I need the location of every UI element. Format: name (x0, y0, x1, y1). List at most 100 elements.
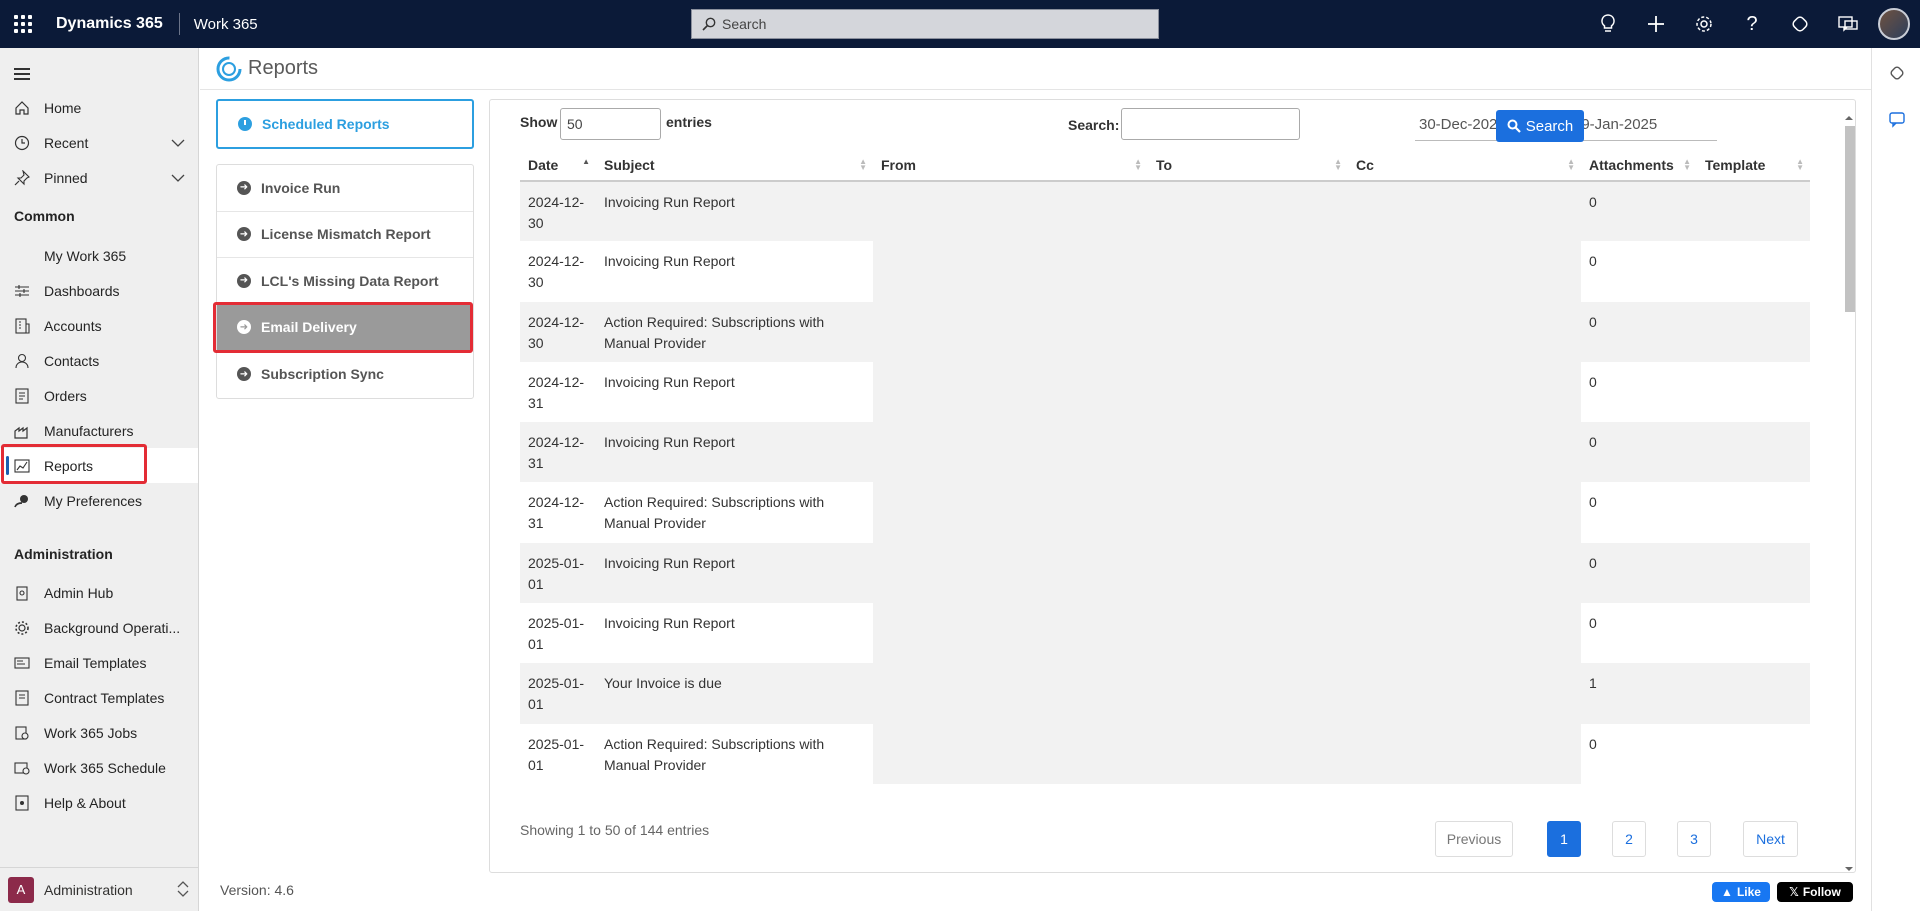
column-header-template[interactable]: Template ▲ ▼ (1697, 150, 1810, 182)
table-row[interactable]: 2025-01-01 Your Invoice is due 1 (520, 663, 1810, 724)
previous-page-button[interactable]: Previous (1435, 821, 1513, 857)
clock-icon (238, 117, 252, 131)
table-row[interactable]: 2025-01-01 Action Required: Subscription… (520, 723, 1810, 784)
column-header-to[interactable]: To ▲ ▼ (1148, 150, 1348, 182)
email-template-icon (0, 655, 44, 671)
document-icon (0, 387, 44, 404)
chat-icon[interactable] (1824, 0, 1872, 48)
cell-template (1697, 542, 1810, 604)
nav-item-help-about[interactable]: Help & About (0, 785, 198, 820)
page-size-select[interactable]: 50 (560, 108, 661, 140)
column-header-cc[interactable]: Cc ▲ ▼ (1348, 150, 1581, 182)
nav-item-contract-templates[interactable]: Contract Templates (0, 680, 198, 715)
app-name[interactable]: Work 365 (180, 16, 258, 33)
column-header-from[interactable]: From ▲ ▼ (873, 150, 1148, 182)
scroll-down-icon[interactable] (1842, 865, 1856, 873)
report-item-invoice-run[interactable]: ➜ Invoice Run (217, 165, 473, 212)
global-search-input[interactable]: Search (691, 9, 1159, 39)
cell-cc (1348, 181, 1581, 242)
vertical-scrollbar[interactable] (1842, 114, 1856, 873)
cell-attachments: 1 (1581, 663, 1697, 724)
cell-to (1148, 542, 1348, 604)
table-row[interactable]: 2024-12-30 Invoicing Run Report 0 (520, 181, 1810, 242)
page-button-3[interactable]: 3 (1677, 821, 1711, 857)
x-follow-button[interactable]: 𝕏 Follow (1777, 882, 1853, 902)
nav-item-work-365-jobs[interactable]: Work 365 Jobs (0, 715, 198, 750)
chevron-down-icon[interactable] (158, 171, 198, 185)
cell-attachments: 0 (1589, 494, 1597, 511)
facebook-like-button[interactable]: ▲ Like (1712, 882, 1770, 902)
nav-item-orders[interactable]: Orders (0, 378, 198, 413)
column-header-attachments[interactable]: Attachments ▲ ▼ (1581, 150, 1697, 182)
nav-item-my-work-365[interactable]: My Work 365 (0, 238, 198, 273)
cell-to (1148, 482, 1348, 543)
help-icon (0, 794, 44, 811)
arrow-right-circle-icon: ➜ (237, 367, 251, 382)
user-avatar[interactable] (1878, 8, 1910, 40)
table-search-input[interactable] (1121, 108, 1300, 140)
area-switcher[interactable]: A Administration (0, 867, 198, 911)
app-launcher-icon[interactable] (0, 0, 46, 48)
cell-template (1697, 603, 1810, 663)
table-row[interactable]: 2024-12-31 Invoicing Run Report 0 (520, 361, 1810, 423)
nav-item-contacts[interactable]: Contacts (0, 343, 198, 378)
nav-label: Email Templates (44, 654, 147, 671)
cell-to (1148, 603, 1348, 664)
clock-icon (0, 135, 44, 151)
table-row[interactable]: 2024-12-31 Action Required: Subscription… (520, 482, 1810, 543)
chevron-down-icon[interactable] (158, 136, 198, 150)
hamburger-menu-icon[interactable] (14, 68, 30, 83)
scroll-up-icon[interactable] (1842, 114, 1856, 122)
lightbulb-icon[interactable] (1584, 0, 1632, 48)
scrollbar-thumb[interactable] (1845, 126, 1855, 312)
settings-gear-icon[interactable] (1680, 0, 1728, 48)
cell-from (873, 482, 1148, 543)
chat-icon[interactable] (1888, 110, 1906, 128)
cell-attachments: 0 (1581, 422, 1697, 483)
brand-title[interactable]: Dynamics 365 (46, 13, 180, 35)
table-row[interactable]: 2024-12-31 Invoicing Run Report 0 (520, 422, 1810, 483)
nav-section-common: Common (14, 208, 75, 224)
report-item-license-mismatch[interactable]: ➜ License Mismatch Report (217, 212, 473, 258)
report-item-lcl-missing-data[interactable]: ➜ LCL's Missing Data Report (217, 258, 473, 305)
table-row[interactable]: 2025-01-01 Invoicing Run Report 0 (520, 603, 1810, 664)
table-row[interactable]: 2024-12-30 Action Required: Subscription… (520, 301, 1810, 362)
nav-label: Dashboards (44, 282, 120, 299)
cell-template (1697, 362, 1810, 422)
table-row[interactable]: 2025-01-01 Invoicing Run Report 0 (520, 542, 1810, 604)
nav-item-admin-hub[interactable]: Admin Hub (0, 575, 198, 610)
nav-item-home[interactable]: Home (0, 90, 198, 125)
cell-template (1697, 663, 1810, 724)
help-question-icon[interactable]: ? (1728, 0, 1776, 48)
copilot-icon[interactable] (1888, 64, 1906, 82)
nav-label: My Work 365 (44, 247, 127, 264)
nav-item-pinned[interactable]: Pinned (0, 160, 198, 195)
nav-item-background-operations[interactable]: Background Operati... (0, 610, 198, 645)
cell-attachments: 0 (1581, 301, 1697, 362)
copilot-icon[interactable] (1776, 0, 1824, 48)
nav-item-manufacturers[interactable]: Manufacturers (0, 413, 198, 448)
nav-item-my-preferences[interactable]: My Preferences (0, 483, 198, 518)
nav-item-accounts[interactable]: Accounts (0, 308, 198, 343)
page-button-1[interactable]: 1 (1547, 821, 1581, 857)
nav-item-email-templates[interactable]: Email Templates (0, 645, 198, 680)
column-header-subject[interactable]: Subject ▲ ▼ (596, 150, 873, 182)
new-item-plus-icon[interactable] (1632, 0, 1680, 48)
table-row[interactable]: 2024-12-30 Invoicing Run Report 0 (520, 241, 1810, 302)
column-header-date[interactable]: Date ▲ (520, 150, 596, 182)
nav-label: Accounts (44, 317, 102, 334)
next-page-button[interactable]: Next (1743, 821, 1798, 857)
sort-icon: ▲ ▼ (1796, 157, 1804, 172)
cell-date: 2024-12-30 (520, 301, 596, 362)
scheduled-reports-button[interactable]: Scheduled Reports (216, 99, 474, 149)
date-to-input[interactable]: 29-Jan-2025 (1569, 109, 1717, 141)
cell-cc (1348, 542, 1581, 604)
report-item-subscription-sync[interactable]: ➜ Subscription Sync (217, 351, 473, 398)
nav-item-dashboards[interactable]: Dashboards (0, 273, 198, 308)
search-button[interactable]: Search (1496, 110, 1584, 142)
cell-from (873, 542, 1148, 604)
page-button-2[interactable]: 2 (1612, 821, 1646, 857)
nav-item-work-365-schedule[interactable]: Work 365 Schedule (0, 750, 198, 785)
column-label: To (1156, 157, 1173, 173)
nav-item-recent[interactable]: Recent (0, 125, 198, 160)
